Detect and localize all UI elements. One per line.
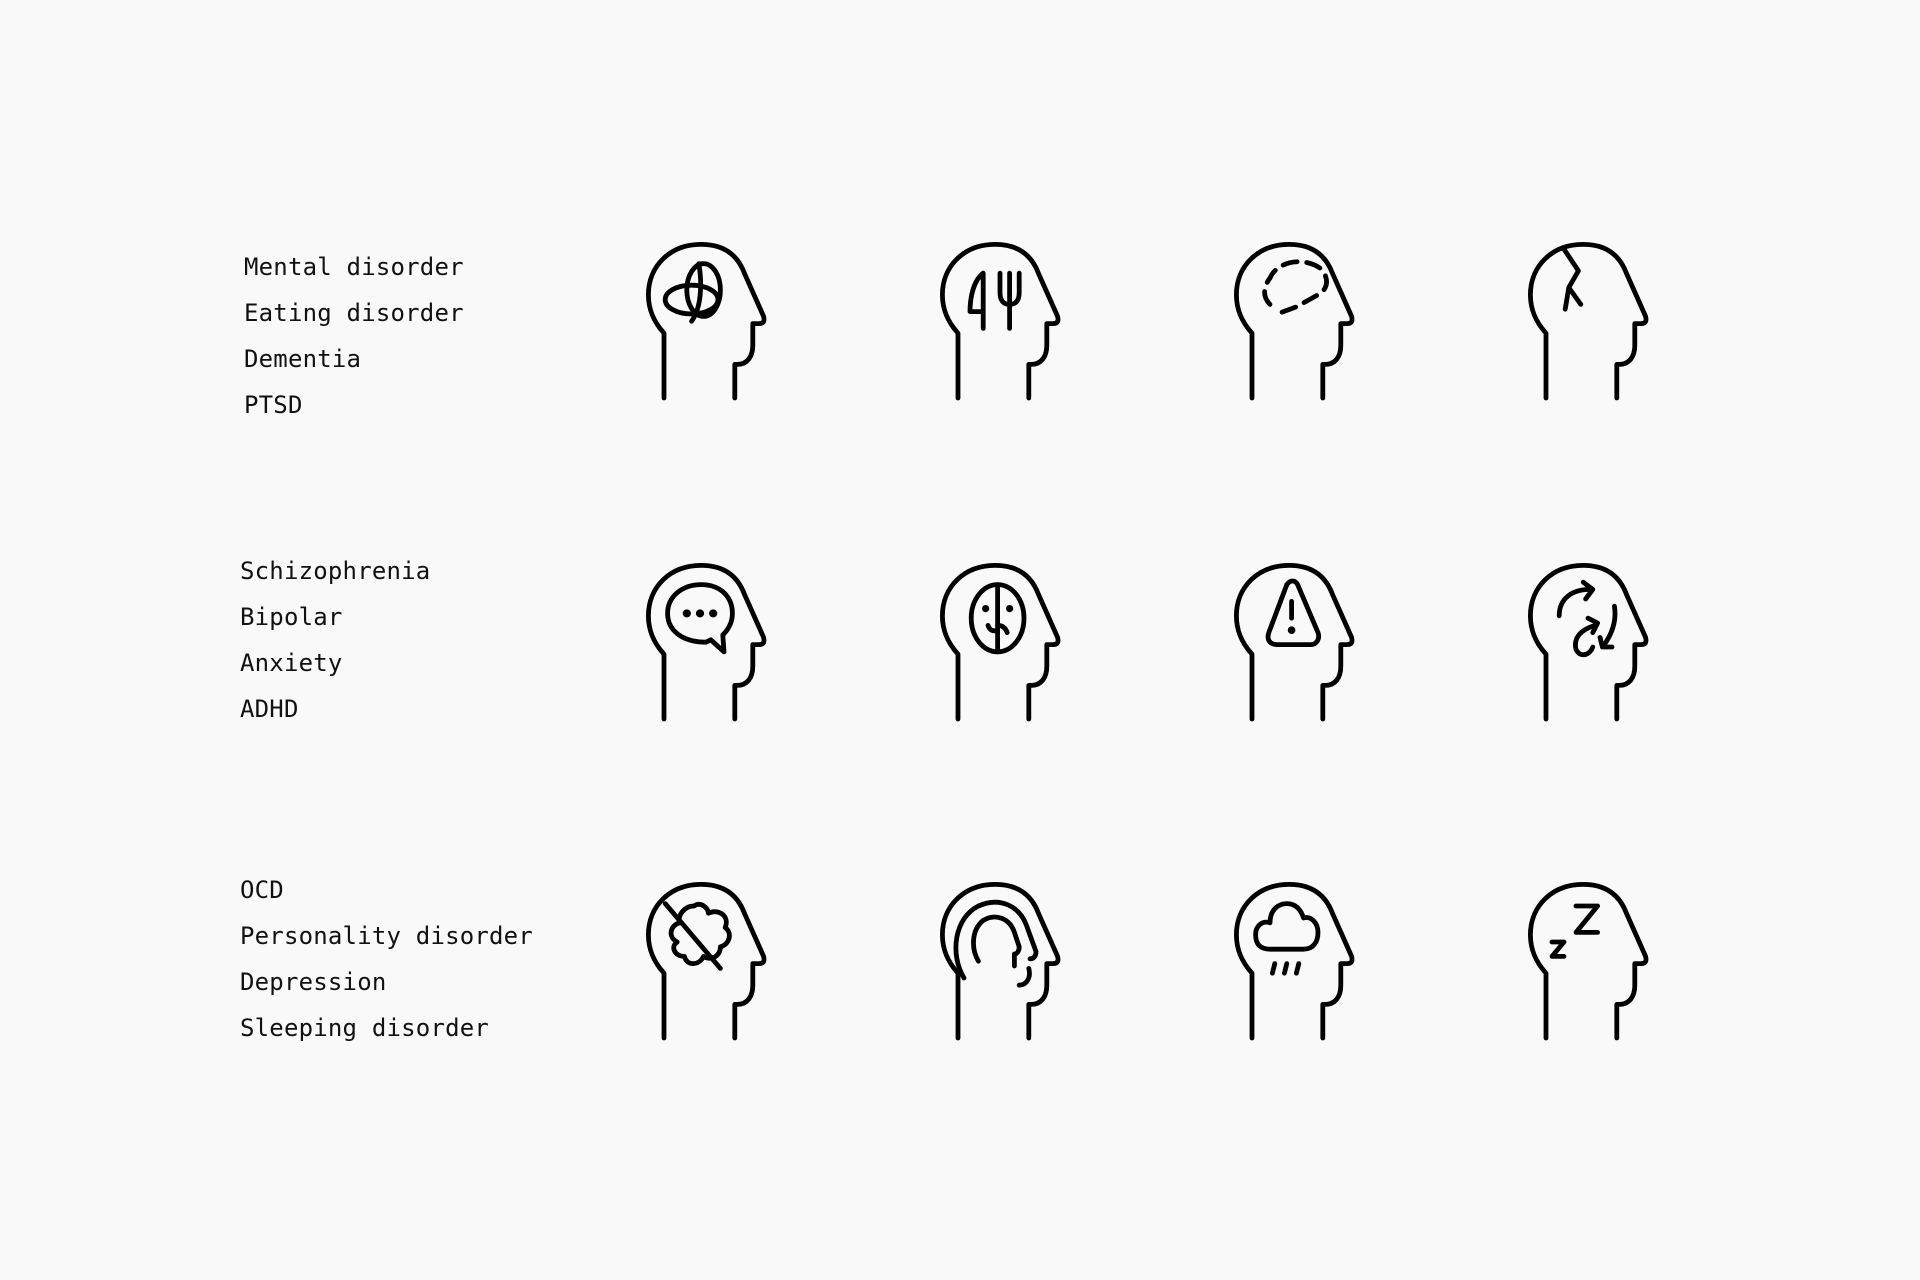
head-split-face-icon — [940, 563, 1084, 722]
label-group-2: Schizophrenia Bipolar Anxiety ADHD — [240, 548, 430, 732]
label-bipolar: Bipolar — [240, 603, 343, 631]
label-anxiety: Anxiety — [240, 649, 343, 677]
head-warning-icon — [1234, 563, 1378, 722]
head-knife-fork-icon — [940, 242, 1084, 401]
head-crack-icon — [1528, 242, 1672, 401]
head-knot-icon — [646, 242, 790, 401]
head-speech-bubble-icon — [646, 563, 790, 722]
label-depression: Depression — [240, 968, 387, 996]
label-eating-disorder: Eating disorder — [244, 299, 464, 327]
label-ocd: OCD — [240, 876, 284, 904]
label-group-1: Mental disorder Eating disorder Dementia… — [244, 244, 464, 428]
label-dementia: Dementia — [244, 345, 362, 373]
label-sleeping-disorder: Sleeping disorder — [240, 1014, 490, 1042]
head-concentric-profile-icon — [940, 882, 1084, 1041]
head-zzz-icon — [1528, 882, 1672, 1041]
label-group-3: OCD Personality disorder Depression Slee… — [240, 867, 533, 1051]
label-personality-disorder: Personality disorder — [240, 922, 533, 950]
head-dashed-brain-icon — [1234, 242, 1378, 401]
head-cycle-arrows-icon — [1528, 563, 1672, 722]
label-ptsd: PTSD — [244, 391, 303, 419]
head-rain-cloud-icon — [1234, 882, 1378, 1041]
label-mental-disorder: Mental disorder — [244, 253, 464, 281]
head-crossed-brain-icon — [646, 882, 790, 1041]
label-schizophrenia: Schizophrenia — [240, 557, 431, 585]
label-adhd: ADHD — [240, 695, 299, 723]
